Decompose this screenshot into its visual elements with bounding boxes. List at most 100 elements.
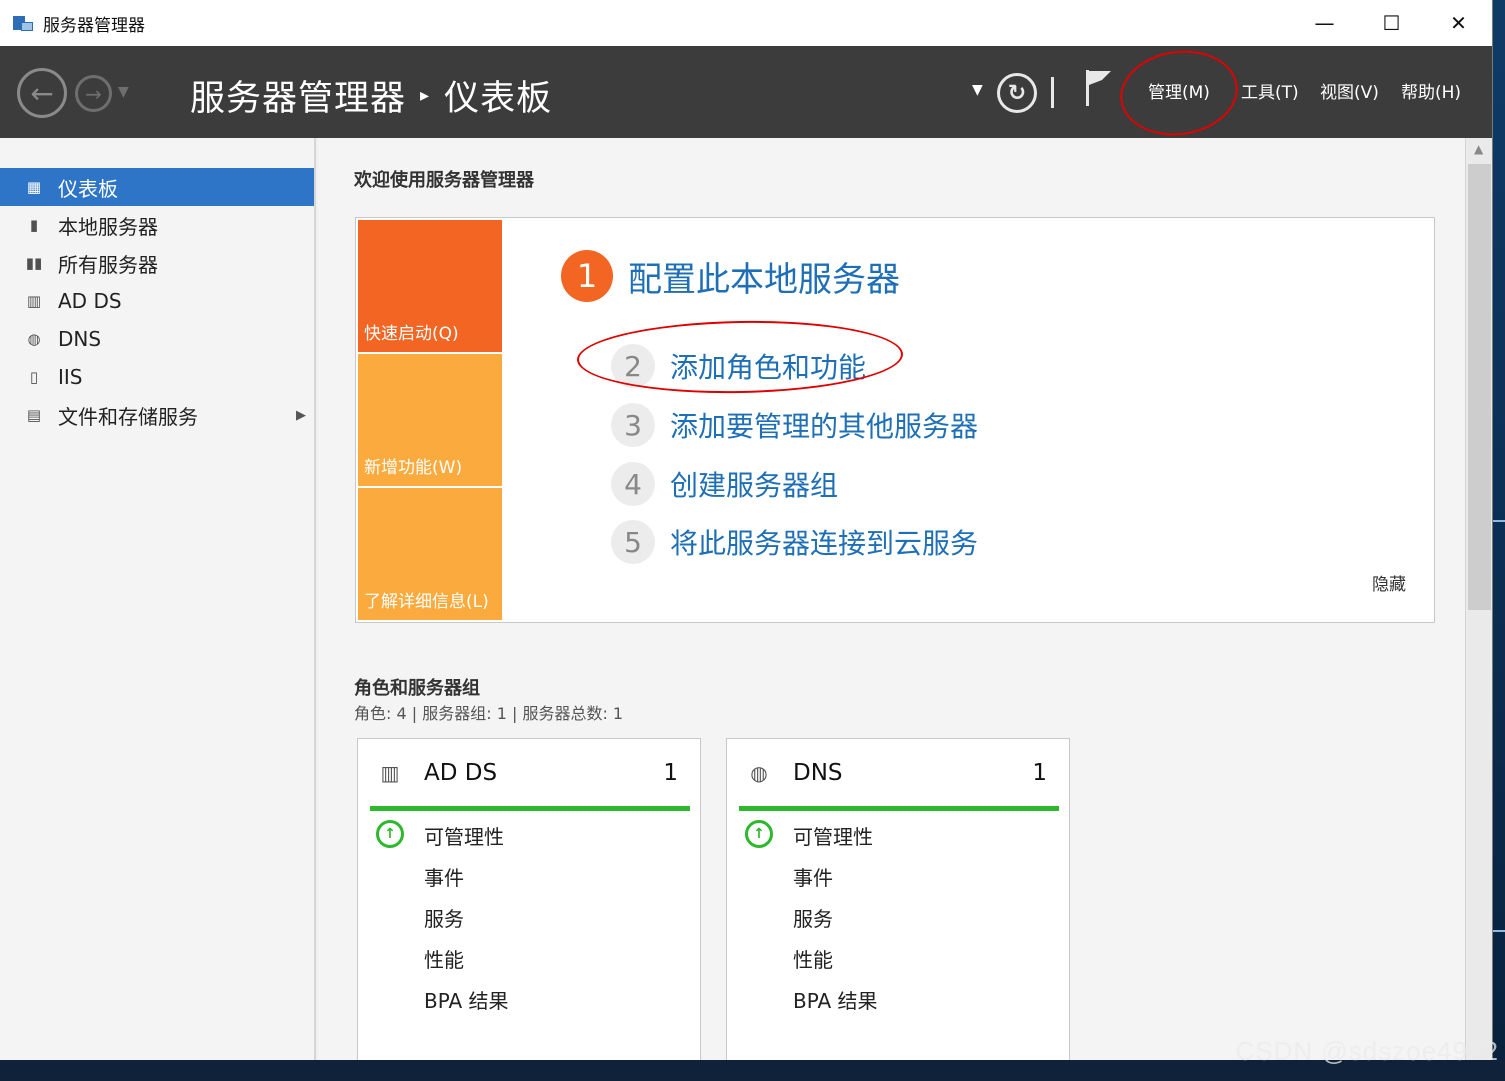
dns-icon: ◍ bbox=[750, 761, 768, 785]
tile-whats-new[interactable]: 新增功能(W) bbox=[358, 354, 502, 486]
step-create-server-group[interactable]: 4 创建服务器组 bbox=[611, 462, 838, 506]
step-number: 4 bbox=[611, 462, 655, 506]
dashboard-icon: ▦ bbox=[26, 178, 42, 196]
maximize-button[interactable]: ☐ bbox=[1358, 0, 1425, 46]
card-count: 1 bbox=[1032, 760, 1047, 786]
card-row-services[interactable]: 服务 bbox=[793, 903, 833, 932]
sidebar-item-label: AD DS bbox=[58, 289, 122, 313]
header-dropdown-icon[interactable]: ▼ bbox=[972, 82, 983, 98]
quick-start-panel: 快速启动(Q) 新增功能(W) 了解详细信息(L) 1 配置此本地服务器 2 添… bbox=[355, 217, 1435, 623]
tile-label: 新增功能(W) bbox=[364, 458, 463, 478]
step-link[interactable]: 添加角色和功能 bbox=[670, 346, 866, 386]
role-card-dns[interactable]: ◍ DNS 1 ↑ 可管理性 事件 服务 性能 BPA 结果 bbox=[726, 738, 1070, 1060]
step-number: 1 bbox=[561, 250, 613, 302]
status-up-icon: ↑ bbox=[376, 820, 404, 848]
server-manager-app-icon bbox=[13, 14, 33, 32]
step-link[interactable]: 创建服务器组 bbox=[670, 464, 838, 504]
step-add-roles-features[interactable]: 2 添加角色和功能 bbox=[611, 344, 866, 388]
header-divider bbox=[1051, 77, 1054, 108]
sidebar-item-adds[interactable]: ▥ AD DS bbox=[0, 282, 314, 320]
card-row-services[interactable]: 服务 bbox=[424, 903, 464, 932]
step-link[interactable]: 将此服务器连接到云服务 bbox=[670, 522, 978, 562]
tile-label: 了解详细信息(L) bbox=[364, 592, 489, 612]
roles-title: 角色和服务器组 bbox=[354, 678, 480, 699]
sidebar-item-label: 文件和存储服务 bbox=[58, 404, 198, 429]
forward-button[interactable]: → bbox=[75, 75, 112, 112]
sidebar-item-dashboard[interactable]: ▦ 仪表板 bbox=[0, 168, 314, 206]
back-arrow-icon: ← bbox=[30, 76, 54, 110]
sidebar-item-all-servers[interactable]: ▮▮ 所有服务器 bbox=[0, 244, 314, 282]
card-row-performance[interactable]: 性能 bbox=[424, 944, 464, 973]
menu-manage[interactable]: 管理(M) bbox=[1148, 78, 1210, 103]
card-title: AD DS bbox=[424, 760, 498, 786]
sidebar-item-local-server[interactable]: ▮ 本地服务器 bbox=[0, 206, 314, 244]
menu-view[interactable]: 视图(V) bbox=[1320, 78, 1379, 103]
card-row-events[interactable]: 事件 bbox=[424, 862, 464, 891]
welcome-title: 欢迎使用服务器管理器 bbox=[354, 170, 534, 191]
breadcrumb: 服务器管理器 ▸ 仪表板 bbox=[190, 70, 552, 121]
card-header: ▥ AD DS 1 bbox=[376, 759, 686, 787]
hide-link[interactable]: 隐藏 bbox=[1372, 570, 1406, 595]
server-manager-window: 服务器管理器 — ☐ ✕ ← → ▼ 服务器管理器 ▸ 仪表板 ▼ ↻ 管理(M… bbox=[0, 0, 1493, 1060]
back-button[interactable]: ← bbox=[17, 68, 67, 118]
expand-arrow-icon[interactable]: ▶ bbox=[296, 408, 306, 423]
role-card-adds[interactable]: ▥ AD DS 1 ↑ 可管理性 事件 服务 性能 BPA 结果 bbox=[357, 738, 701, 1060]
iis-icon: ▯ bbox=[29, 368, 39, 386]
card-count: 1 bbox=[663, 760, 678, 786]
main-content: 欢迎使用服务器管理器 快速启动(Q) 新增功能(W) 了解详细信息(L) 1 配… bbox=[318, 138, 1465, 1060]
breadcrumb-separator-icon: ▸ bbox=[420, 85, 431, 106]
step-number: 3 bbox=[611, 403, 655, 447]
scroll-up-arrow-icon[interactable]: ▲ bbox=[1474, 142, 1483, 156]
card-header: ◍ DNS 1 bbox=[745, 759, 1055, 787]
menu-help[interactable]: 帮助(H) bbox=[1401, 78, 1461, 103]
tile-quick-start[interactable]: 快速启动(Q) bbox=[358, 220, 502, 352]
sidebar: ▦ 仪表板 ▮ 本地服务器 ▮▮ 所有服务器 ▥ AD DS ◍ DNS ▯ I… bbox=[0, 138, 316, 1060]
card-title: DNS bbox=[793, 760, 843, 786]
window-title: 服务器管理器 bbox=[43, 15, 145, 36]
step-number: 5 bbox=[611, 520, 655, 564]
adds-icon: ▥ bbox=[26, 292, 42, 310]
sidebar-item-file-storage[interactable]: ▤ 文件和存储服务 ▶ bbox=[0, 396, 314, 434]
step-connect-cloud[interactable]: 5 将此服务器连接到云服务 bbox=[611, 520, 978, 564]
card-row-manageability[interactable]: 可管理性 bbox=[424, 821, 504, 850]
sidebar-item-label: 所有服务器 bbox=[58, 252, 158, 277]
refresh-icon[interactable]: ↻ bbox=[997, 73, 1037, 113]
sidebar-item-label: DNS bbox=[58, 327, 102, 351]
step-link[interactable]: 添加要管理的其他服务器 bbox=[670, 405, 978, 445]
menu-tools[interactable]: 工具(T) bbox=[1241, 78, 1299, 103]
card-row-manageability[interactable]: 可管理性 bbox=[793, 821, 873, 850]
card-row-bpa[interactable]: BPA 结果 bbox=[424, 985, 509, 1014]
sidebar-item-dns[interactable]: ◍ DNS bbox=[0, 320, 314, 358]
status-bar bbox=[739, 806, 1059, 811]
scroll-thumb[interactable] bbox=[1468, 164, 1491, 610]
servers-icon: ▮▮ bbox=[25, 254, 43, 272]
card-row-events[interactable]: 事件 bbox=[793, 862, 833, 891]
tile-learn-more[interactable]: 了解详细信息(L) bbox=[358, 488, 502, 620]
step-link[interactable]: 配置此本地服务器 bbox=[628, 252, 900, 301]
header-bar: ← → ▼ 服务器管理器 ▸ 仪表板 ▼ ↻ 管理(M) 工具(T) 视图(V)… bbox=[0, 43, 1492, 143]
sidebar-item-label: 本地服务器 bbox=[58, 214, 158, 239]
minimize-button[interactable]: — bbox=[1291, 0, 1358, 46]
card-row-bpa[interactable]: BPA 结果 bbox=[793, 985, 878, 1014]
tile-label: 快速启动(Q) bbox=[364, 324, 459, 344]
file-storage-icon: ▤ bbox=[26, 406, 42, 424]
adds-icon: ▥ bbox=[380, 761, 400, 785]
step-add-servers[interactable]: 3 添加要管理的其他服务器 bbox=[611, 403, 978, 447]
sidebar-item-label: IIS bbox=[58, 365, 83, 389]
card-row-performance[interactable]: 性能 bbox=[793, 944, 833, 973]
close-button[interactable]: ✕ bbox=[1425, 0, 1492, 46]
forward-arrow-icon: → bbox=[85, 81, 102, 106]
status-up-icon: ↑ bbox=[745, 820, 773, 848]
sidebar-item-label: 仪表板 bbox=[58, 176, 118, 201]
sidebar-item-iis[interactable]: ▯ IIS bbox=[0, 358, 314, 396]
notifications-flag-icon[interactable] bbox=[1084, 68, 1114, 108]
step-number: 2 bbox=[611, 344, 655, 388]
history-dropdown-icon[interactable]: ▼ bbox=[118, 84, 129, 100]
vertical-scrollbar[interactable]: ▲ bbox=[1465, 138, 1492, 1060]
breadcrumb-root[interactable]: 服务器管理器 bbox=[190, 70, 406, 121]
window-controls: — ☐ ✕ bbox=[1291, 0, 1492, 46]
server-icon: ▮ bbox=[29, 216, 39, 234]
status-bar bbox=[370, 806, 690, 811]
roles-summary: 角色: 4 | 服务器组: 1 | 服务器总数: 1 bbox=[354, 704, 624, 723]
step-configure-local-server[interactable]: 1 配置此本地服务器 bbox=[561, 250, 900, 302]
